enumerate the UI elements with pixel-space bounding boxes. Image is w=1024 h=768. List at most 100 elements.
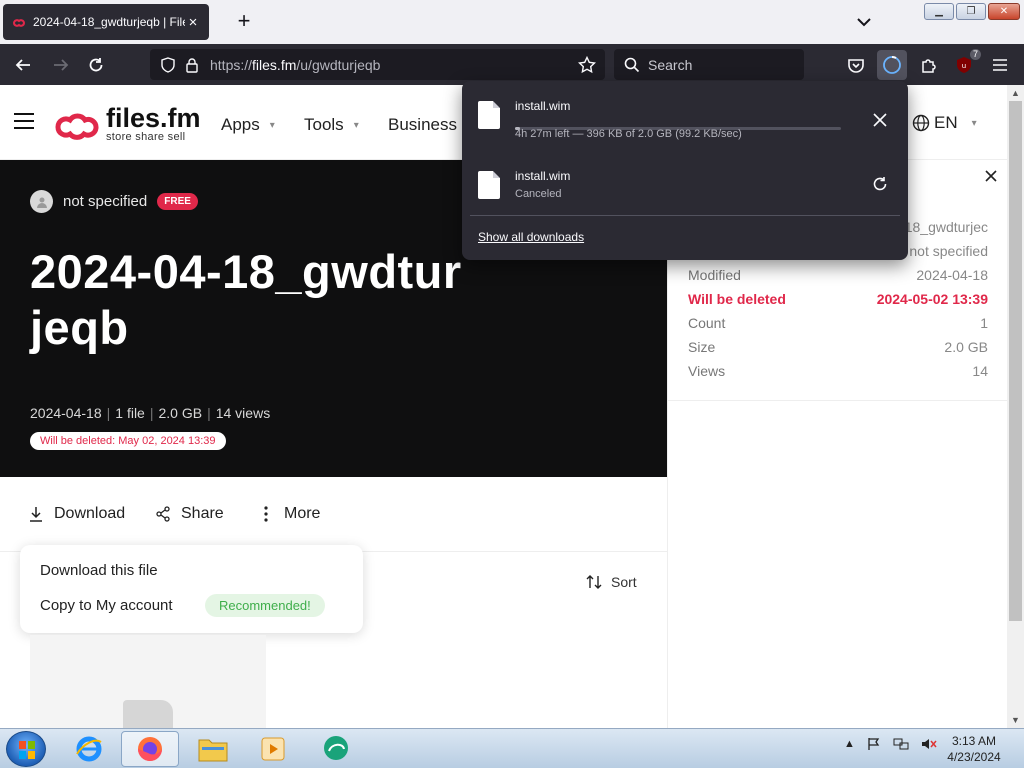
delete-date-badge: Will be deleted: May 02, 2024 13:39 <box>30 432 226 450</box>
download-item-canceled[interactable]: install.wim Canceled <box>462 161 908 223</box>
retry-icon <box>873 177 887 191</box>
share-button[interactable]: Share <box>155 505 224 523</box>
info-row-count: Count 1 <box>688 315 988 331</box>
app-menu-button[interactable] <box>987 52 1013 78</box>
lock-icon[interactable] <box>180 53 204 77</box>
nav-apps[interactable]: Apps ▾ <box>221 115 275 135</box>
page-scrollbar[interactable]: ▲ ▼ <box>1007 85 1024 728</box>
download-progress-icon <box>883 56 901 74</box>
puzzle-icon <box>922 59 936 73</box>
info-row-size: Size 2.0 GB <box>688 339 988 355</box>
file-thumbnail[interactable] <box>30 635 266 728</box>
more-button[interactable]: More <box>258 505 320 523</box>
browser-toolbar: https://files.fm/u/gwdturjeqb Search u 7 <box>0 44 1024 85</box>
taskbar-media-player[interactable] <box>244 731 302 767</box>
downloads-button[interactable] <box>877 50 907 80</box>
cancel-download-button[interactable] <box>868 108 892 132</box>
window-close-button[interactable]: ✕ <box>988 3 1020 20</box>
scrollbar-thumb[interactable] <box>1009 101 1022 621</box>
network-icon[interactable] <box>893 737 909 751</box>
forward-button[interactable] <box>48 52 74 78</box>
browser-tab-strip: 2024-04-18_gwdturjeqb | Files.fm × + ▁ ❐… <box>0 0 1024 44</box>
file-icon <box>478 171 500 199</box>
taskbar-file-explorer[interactable] <box>184 731 242 767</box>
flag-icon[interactable] <box>867 737 881 751</box>
minimize-button[interactable]: ▁ <box>924 3 954 20</box>
info-value: 14 <box>972 363 988 379</box>
download-this-file-item[interactable]: Download this file <box>40 562 158 579</box>
search-icon <box>624 57 640 72</box>
filesfm-cloud-icon <box>55 113 99 140</box>
filesfm-favicon-icon <box>12 19 26 27</box>
internet-explorer-icon <box>76 736 102 762</box>
share-label: Share <box>181 505 224 522</box>
filesfm-logo[interactable]: files.fm store share sell <box>52 105 201 143</box>
restore-button[interactable]: ❐ <box>956 3 986 20</box>
info-value: 2024-05-02 13:39 <box>876 291 988 307</box>
extensions-button[interactable] <box>916 52 942 78</box>
taskbar-firefox[interactable] <box>121 731 179 767</box>
nav-business[interactable]: Business <box>388 115 457 135</box>
address-bar[interactable]: https://files.fm/u/gwdturjeqb <box>150 49 605 80</box>
taskbar-clock[interactable]: 3:13 AM 4/23/2024 <box>934 733 1014 765</box>
windows-logo-icon <box>19 741 35 759</box>
retry-download-button[interactable] <box>868 172 892 196</box>
reload-button[interactable] <box>83 52 109 78</box>
panel-divider <box>470 215 900 216</box>
info-key: Count <box>688 315 726 331</box>
download-item-active[interactable]: install.wim 4h 27m left — 396 KB of 2.0 … <box>462 91 908 153</box>
plan-badge: FREE <box>157 193 198 210</box>
info-row-modified: Modified 2024-04-18 <box>688 267 988 283</box>
caret-down-icon: ▾ <box>269 119 275 131</box>
taskbar-app-chat[interactable] <box>307 731 365 767</box>
nav-tools[interactable]: Tools ▾ <box>304 115 359 135</box>
language-selector[interactable]: EN ▾ <box>912 113 977 133</box>
info-row-views: Views 14 <box>688 363 988 379</box>
windows-taskbar: ▲ 3:13 AM 4/23/2024 <box>0 728 1024 768</box>
system-tray: ▲ <box>844 737 937 751</box>
show-all-downloads-link[interactable]: Show all downloads <box>478 230 584 244</box>
browser-tab-active[interactable]: 2024-04-18_gwdturjeqb | Files.fm × <box>3 4 209 40</box>
new-tab-button[interactable]: + <box>232 10 256 34</box>
globe-icon <box>912 114 930 132</box>
scroll-up-icon[interactable]: ▲ <box>1007 85 1024 101</box>
site-menu-icon[interactable] <box>14 113 34 129</box>
file-icon <box>478 101 500 129</box>
start-button[interactable] <box>6 731 46 767</box>
ublock-button[interactable]: u 7 <box>951 49 981 78</box>
info-value: not specified <box>909 243 988 259</box>
info-value: 2024-04-18 <box>916 267 988 283</box>
tracking-shield-icon[interactable] <box>156 53 180 77</box>
bookmark-star-icon[interactable] <box>575 53 599 77</box>
pocket-icon <box>848 59 864 73</box>
url-text[interactable]: https://files.fm/u/gwdturjeqb <box>210 57 380 73</box>
download-button[interactable]: Download <box>28 505 125 523</box>
tab-close-icon[interactable]: × <box>185 14 201 31</box>
nav-business-label: Business <box>388 115 457 134</box>
pocket-button[interactable] <box>843 52 869 78</box>
meta-separator: | <box>149 405 154 421</box>
taskbar-internet-explorer[interactable] <box>60 731 118 767</box>
scroll-down-icon[interactable]: ▼ <box>1007 712 1024 728</box>
sidebar-close-icon[interactable] <box>983 168 999 184</box>
tray-expand-icon[interactable]: ▲ <box>844 738 855 750</box>
hamburger-menu-icon <box>993 59 1007 71</box>
sort-button[interactable]: Sort <box>585 573 637 591</box>
list-all-tabs-icon[interactable] <box>852 12 876 32</box>
downloads-panel: install.wim 4h 27m left — 396 KB of 2.0 … <box>462 81 908 260</box>
search-placeholder: Search <box>648 56 693 73</box>
nav-tools-label: Tools <box>304 115 344 134</box>
info-row-delete-date: Will be deleted 2024-05-02 13:39 <box>688 291 988 307</box>
file-icon <box>123 700 173 728</box>
back-button[interactable] <box>10 52 36 78</box>
meta-date: 2024-04-18 <box>30 405 102 421</box>
copy-to-account-item[interactable]: Copy to My account <box>40 597 173 614</box>
owner-name[interactable]: not specified <box>63 193 147 210</box>
info-value: 18_gwdturjec <box>904 219 988 235</box>
search-input[interactable]: Search <box>614 49 804 80</box>
avatar[interactable] <box>30 190 53 213</box>
folder-icon <box>198 739 228 762</box>
language-label: EN <box>934 113 958 132</box>
download-filename: install.wim <box>515 99 571 113</box>
info-value: 1 <box>980 315 988 331</box>
